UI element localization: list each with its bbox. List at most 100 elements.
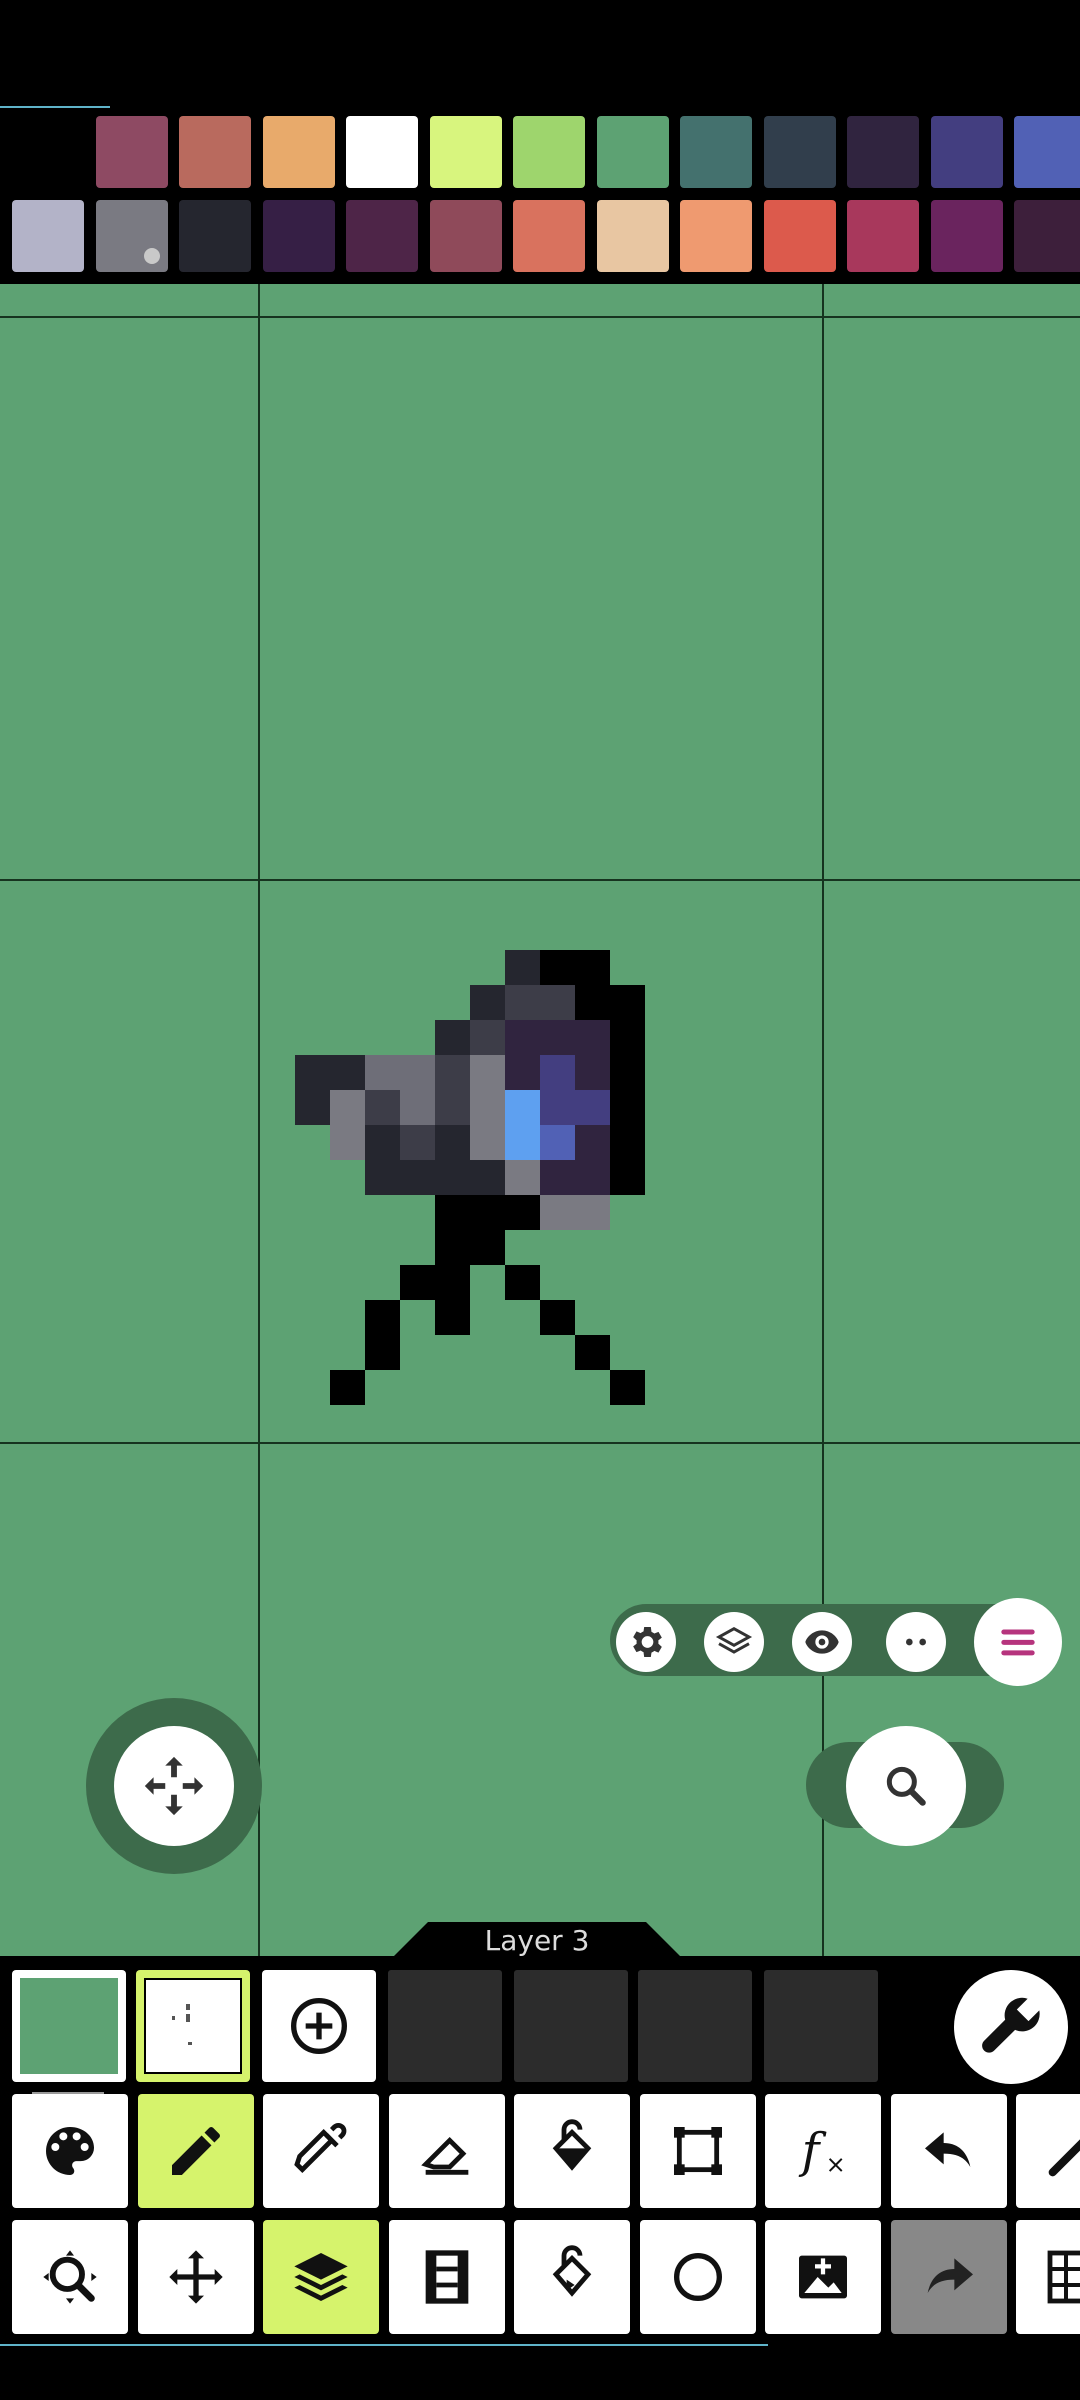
pixel <box>610 1370 645 1405</box>
current-color-swatch <box>20 1978 118 2074</box>
pixel <box>295 1055 330 1090</box>
circle-icon <box>673 2253 722 2301</box>
palette-tool-button[interactable] <box>12 2094 128 2208</box>
pixel <box>435 1090 470 1125</box>
color-swatch[interactable] <box>763 200 836 272</box>
color-swatch[interactable] <box>596 200 669 272</box>
color-swatch[interactable] <box>847 116 919 188</box>
grid-tool-button[interactable] <box>1016 2220 1080 2334</box>
pixel <box>505 1195 540 1230</box>
pixel <box>540 985 575 1020</box>
pixel <box>435 1020 470 1055</box>
move-icon <box>168 2250 223 2304</box>
pencil-tool-button[interactable] <box>137 2094 254 2208</box>
pixel <box>540 1125 575 1160</box>
color-swatch[interactable] <box>1014 116 1080 188</box>
add-image-icon <box>799 2255 847 2299</box>
color-palette <box>0 100 1080 284</box>
color-swatch[interactable] <box>847 200 919 272</box>
zoom-tool-button[interactable] <box>12 2220 128 2334</box>
color-swatch[interactable] <box>429 200 502 272</box>
eyedropper-tool-button[interactable] <box>263 2094 379 2208</box>
move-arrows-icon <box>144 1756 204 1816</box>
pixel <box>470 1230 505 1265</box>
color-swatch[interactable] <box>1014 200 1080 272</box>
select-rect-icon <box>673 2127 722 2175</box>
eyedropper-icon <box>294 2122 347 2174</box>
pan-handle[interactable] <box>114 1726 234 1846</box>
fill-pattern-tool-button[interactable] <box>514 2220 630 2334</box>
visibility-button[interactable] <box>792 1612 852 1672</box>
function-tool-button[interactable]: f × <box>765 2094 881 2208</box>
layers-tool-button[interactable] <box>263 2220 379 2334</box>
color-swatch[interactable] <box>346 116 418 188</box>
zoom-icon <box>886 1766 926 1806</box>
pixel <box>610 1125 645 1160</box>
color-swatch[interactable] <box>930 116 1003 188</box>
color-swatch[interactable] <box>95 200 168 272</box>
fill-bucket-tool-button[interactable] <box>514 2094 630 2208</box>
pixel <box>540 1195 575 1230</box>
zoom-handle[interactable] <box>846 1726 966 1846</box>
pixel <box>400 1160 435 1195</box>
frames-tool-button[interactable] <box>388 2220 505 2334</box>
color-swatch[interactable] <box>513 116 585 188</box>
pixel <box>610 1020 645 1055</box>
layers-icon <box>715 1626 753 1654</box>
color-swatch[interactable] <box>930 200 1003 272</box>
eraser-tool-button[interactable] <box>388 2094 505 2208</box>
eye-icon <box>805 1630 839 1654</box>
color-swatch[interactable] <box>513 200 585 272</box>
undo-tool-button[interactable] <box>890 2094 1007 2208</box>
layers-toggle-button[interactable] <box>704 1612 764 1672</box>
pixel <box>540 1090 575 1125</box>
color-swatch[interactable] <box>95 116 168 188</box>
pixel <box>505 1090 540 1125</box>
color-swatch[interactable] <box>12 116 84 188</box>
pixel <box>575 950 610 985</box>
magic-wand-tool-button[interactable] <box>1016 2094 1080 2208</box>
grid-icon <box>1047 2250 1080 2304</box>
color-swatch[interactable] <box>262 116 335 188</box>
color-swatch[interactable] <box>12 200 84 272</box>
pixel <box>470 1090 505 1125</box>
color-swatch[interactable] <box>680 200 752 272</box>
color-swatch[interactable] <box>429 116 502 188</box>
settings-button[interactable] <box>616 1612 676 1672</box>
color-swatch[interactable] <box>179 200 251 272</box>
eraser-icon <box>420 2136 468 2175</box>
pixel <box>470 1160 505 1195</box>
redo-icon <box>927 2258 973 2293</box>
circle-tool-button[interactable] <box>639 2220 756 2334</box>
layer-tab[interactable]: Layer 3 <box>392 1922 682 1958</box>
layer-thumbnail[interactable] <box>136 1970 250 2082</box>
pixel <box>400 1265 435 1300</box>
color-swatch[interactable] <box>179 116 251 188</box>
layer-thumbnail-preview <box>144 1978 242 2074</box>
main-menu-button[interactable] <box>974 1598 1062 1686</box>
color-swatch[interactable] <box>346 200 418 272</box>
pixel <box>400 1125 435 1160</box>
color-swatch[interactable] <box>680 116 752 188</box>
pixel <box>470 1125 505 1160</box>
color-swatch[interactable] <box>262 200 335 272</box>
svg-text:×: × <box>826 2150 846 2178</box>
move-tool-button[interactable] <box>137 2220 254 2334</box>
pixel <box>575 985 610 1020</box>
tools-settings-button[interactable] <box>954 1970 1068 2084</box>
select-rect-tool-button[interactable] <box>639 2094 756 2208</box>
add-layer-button[interactable] <box>262 1970 376 2082</box>
pixel <box>365 1335 400 1370</box>
settings-icon <box>633 1627 662 1657</box>
current-color-preview[interactable] <box>12 1970 126 2082</box>
drawing-canvas[interactable] <box>0 284 1080 1956</box>
add-circle-icon <box>291 1998 347 2054</box>
add-image-tool-button[interactable] <box>765 2220 881 2334</box>
more-button[interactable] <box>886 1612 946 1672</box>
pixel <box>575 1160 610 1195</box>
color-swatch[interactable] <box>596 116 669 188</box>
color-swatch[interactable] <box>763 116 836 188</box>
redo-tool-button[interactable] <box>890 2220 1007 2334</box>
pixel <box>610 1160 645 1195</box>
pixel <box>505 985 540 1020</box>
